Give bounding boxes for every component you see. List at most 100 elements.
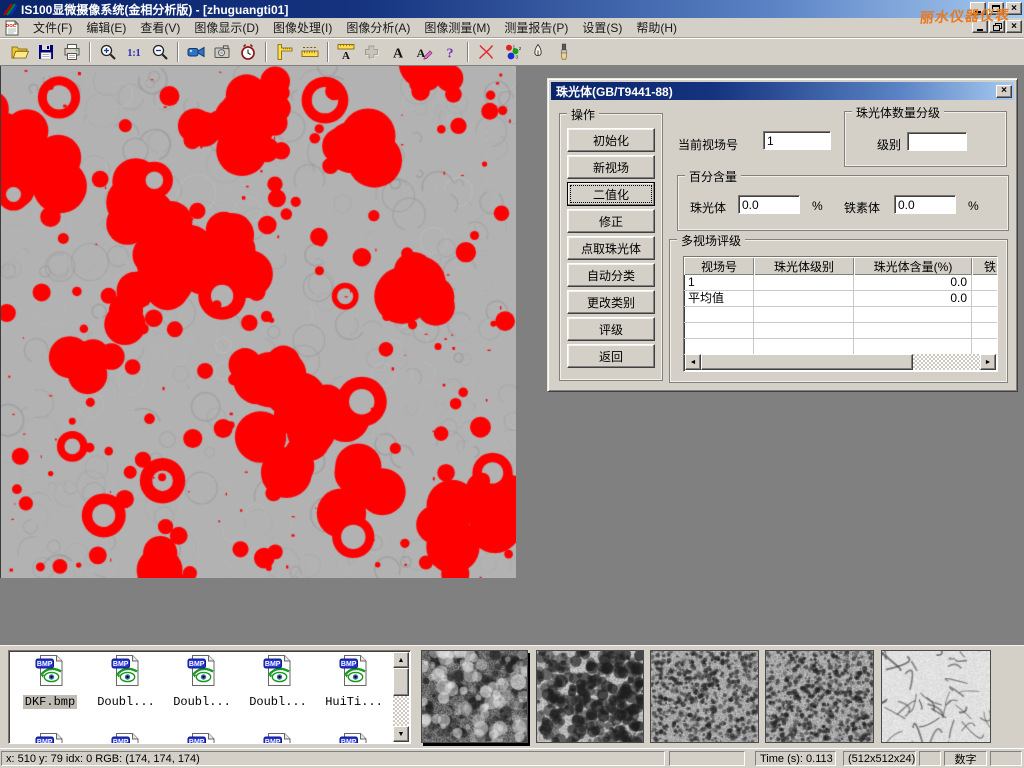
close-button[interactable]: ×: [1006, 2, 1022, 15]
table-cell: [684, 339, 754, 354]
table-horizontal-scrollbar[interactable]: ◄ ►: [685, 354, 996, 370]
mdi-restore-button[interactable]: [989, 20, 1005, 33]
mdi-minimize-button[interactable]: [972, 20, 988, 33]
table-cell: [754, 323, 854, 338]
scrollbar-track[interactable]: [913, 354, 980, 370]
curve-erase-button[interactable]: [473, 40, 499, 64]
zoom-out-icon: [151, 43, 169, 61]
grade-button[interactable]: 评级: [567, 317, 655, 341]
menu-item-6[interactable]: 图像测量(M): [417, 17, 497, 38]
measure-text-button[interactable]: A: [333, 40, 359, 64]
bmp-file-icon: BMP: [241, 732, 315, 744]
pearlite-percent-input[interactable]: [738, 195, 800, 214]
scroll-left-button[interactable]: ◄: [685, 354, 701, 370]
scrollbar-thumb[interactable]: [393, 668, 409, 696]
menu-item-1[interactable]: 编辑(E): [79, 17, 133, 38]
status-cursor: x: 510 y: 79 idx: 0 RGB: (174, 174, 174): [1, 751, 665, 766]
pen-button[interactable]: [525, 40, 551, 64]
binarize-button[interactable]: 二值化: [567, 182, 655, 206]
maximize-button[interactable]: [988, 2, 1004, 15]
table-row-4[interactable]: [684, 339, 997, 355]
pearlite-percent-sign: %: [812, 199, 823, 213]
thumbnail-4[interactable]: [765, 650, 874, 743]
minimize-button[interactable]: [970, 2, 986, 15]
camera-button[interactable]: [209, 40, 235, 64]
zoom-out-button[interactable]: [147, 40, 173, 64]
thumbnail-5[interactable]: [881, 650, 991, 743]
mdi-close-button[interactable]: ×: [1006, 20, 1022, 33]
menu-item-7[interactable]: 测量报告(P): [497, 17, 575, 38]
table-row-0[interactable]: 10.0: [684, 275, 997, 291]
file-item-2[interactable]: BMP Doubl...: [165, 654, 239, 710]
thumbnail-1[interactable]: [421, 650, 528, 743]
scrollbar-track[interactable]: [393, 696, 409, 726]
file-item-3[interactable]: BMP Doubl...: [241, 654, 315, 710]
menu-item-4[interactable]: 图像处理(I): [266, 17, 339, 38]
actual-size-button[interactable]: 1:1: [121, 40, 147, 64]
thumbnail-2[interactable]: [536, 650, 644, 743]
merge-icon: [363, 43, 381, 61]
zoom-in-button[interactable]: [95, 40, 121, 64]
open-button[interactable]: [7, 40, 33, 64]
menu-item-3[interactable]: 图像显示(D): [187, 17, 266, 38]
menu-item-8[interactable]: 设置(S): [575, 17, 629, 38]
menu-item-9[interactable]: 帮助(H): [629, 17, 684, 38]
toolbar: 1:1AAA?123: [0, 38, 1024, 66]
print-button[interactable]: [59, 40, 85, 64]
init-button[interactable]: 初始化: [567, 128, 655, 152]
file-item-row2-3[interactable]: BMP: [241, 732, 315, 744]
timer-button[interactable]: [235, 40, 261, 64]
menu-item-5[interactable]: 图像分析(A): [339, 17, 417, 38]
video-capture-button[interactable]: [183, 40, 209, 64]
return-button[interactable]: 返回: [567, 344, 655, 368]
scroll-up-button[interactable]: ▲: [393, 652, 409, 668]
file-item-row2-4[interactable]: BMP: [317, 732, 391, 744]
percent-group-label: 百分含量: [685, 168, 741, 185]
menu-item-2[interactable]: 查看(V): [133, 17, 187, 38]
toolbar-separator: [265, 42, 267, 62]
edit-text-icon: A: [415, 43, 433, 61]
ferrite-percent-sign: %: [968, 199, 979, 213]
table-cell: 1: [684, 275, 754, 290]
caliper-button[interactable]: [271, 40, 297, 64]
bmp-file-icon: BMP: [13, 732, 87, 744]
file-item-4[interactable]: BMP HuiTi...: [317, 654, 391, 710]
file-item-0[interactable]: BMP DKF.bmp: [13, 654, 87, 710]
save-button[interactable]: [33, 40, 59, 64]
micrograph-image[interactable]: [0, 66, 516, 578]
dialog-close-button[interactable]: ×: [996, 85, 1012, 98]
new-field-button[interactable]: 新视场: [567, 155, 655, 179]
menu-item-0[interactable]: 文件(F): [26, 17, 79, 38]
merge-button[interactable]: [359, 40, 385, 64]
current-field-input[interactable]: [763, 131, 831, 150]
table-row-1[interactable]: 平均值0.0: [684, 291, 997, 307]
file-name: DKF.bmp: [23, 695, 77, 709]
ruler-button[interactable]: [297, 40, 323, 64]
pick-pearlite-button[interactable]: 点取珠光体: [567, 236, 655, 260]
auto-classify-button[interactable]: 自动分类: [567, 263, 655, 287]
file-item-row2-2[interactable]: BMP: [165, 732, 239, 744]
file-item-row2-1[interactable]: BMP: [89, 732, 163, 744]
ferrite-percent-input[interactable]: [894, 195, 956, 214]
file-item-row2-0[interactable]: BMP: [13, 732, 87, 744]
scrollbar-thumb[interactable]: [701, 354, 913, 370]
edit-text-button[interactable]: A: [411, 40, 437, 64]
file-list-scrollbar[interactable]: ▲ ▼: [393, 652, 409, 742]
brush-button[interactable]: [551, 40, 577, 64]
status-panel-empty-3: [990, 751, 1022, 766]
file-list[interactable]: ▲ ▼ BMP DKF.bmp BMP Doubl... BMP Doubl..…: [8, 650, 411, 744]
table-row-3[interactable]: [684, 323, 997, 339]
svg-text:BMP: BMP: [264, 739, 280, 744]
thumbnail-3[interactable]: [650, 650, 759, 743]
change-class-button[interactable]: 更改类别: [567, 290, 655, 314]
scroll-right-button[interactable]: ►: [980, 354, 996, 370]
scroll-down-button[interactable]: ▼: [393, 726, 409, 742]
help-button[interactable]: ?: [437, 40, 463, 64]
classify-points-button[interactable]: 123: [499, 40, 525, 64]
level-input[interactable]: [907, 132, 967, 151]
table-row-2[interactable]: [684, 307, 997, 323]
toolbar-separator: [89, 42, 91, 62]
file-item-1[interactable]: BMP Doubl...: [89, 654, 163, 710]
text-label-button[interactable]: A: [385, 40, 411, 64]
correct-button[interactable]: 修正: [567, 209, 655, 233]
